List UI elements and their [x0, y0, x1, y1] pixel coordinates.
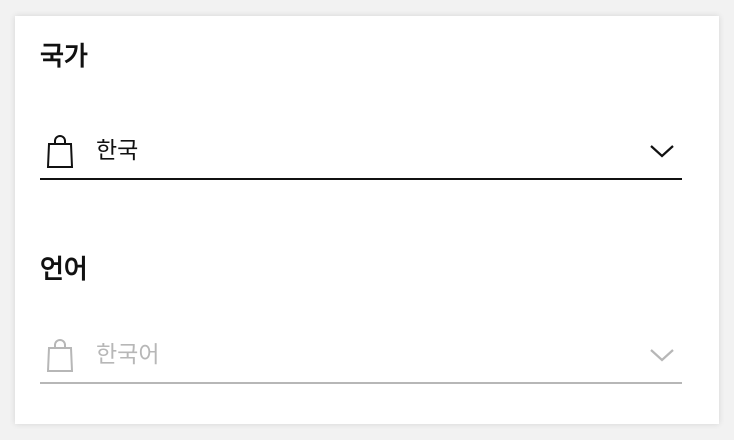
chevron-down-icon [650, 347, 674, 363]
shopping-bag-icon [46, 134, 74, 168]
language-select: 한국어 [40, 334, 682, 384]
country-select[interactable]: 한국 [40, 130, 682, 180]
country-select-value: 한국 [96, 138, 139, 164]
language-label: 언어 [40, 255, 88, 285]
language-select-value: 한국어 [96, 342, 160, 368]
locale-settings-card: 국가 한국 언어 한국어 [15, 16, 719, 424]
shopping-bag-icon [46, 338, 74, 372]
country-label: 국가 [40, 42, 88, 72]
chevron-down-icon[interactable] [650, 143, 674, 159]
